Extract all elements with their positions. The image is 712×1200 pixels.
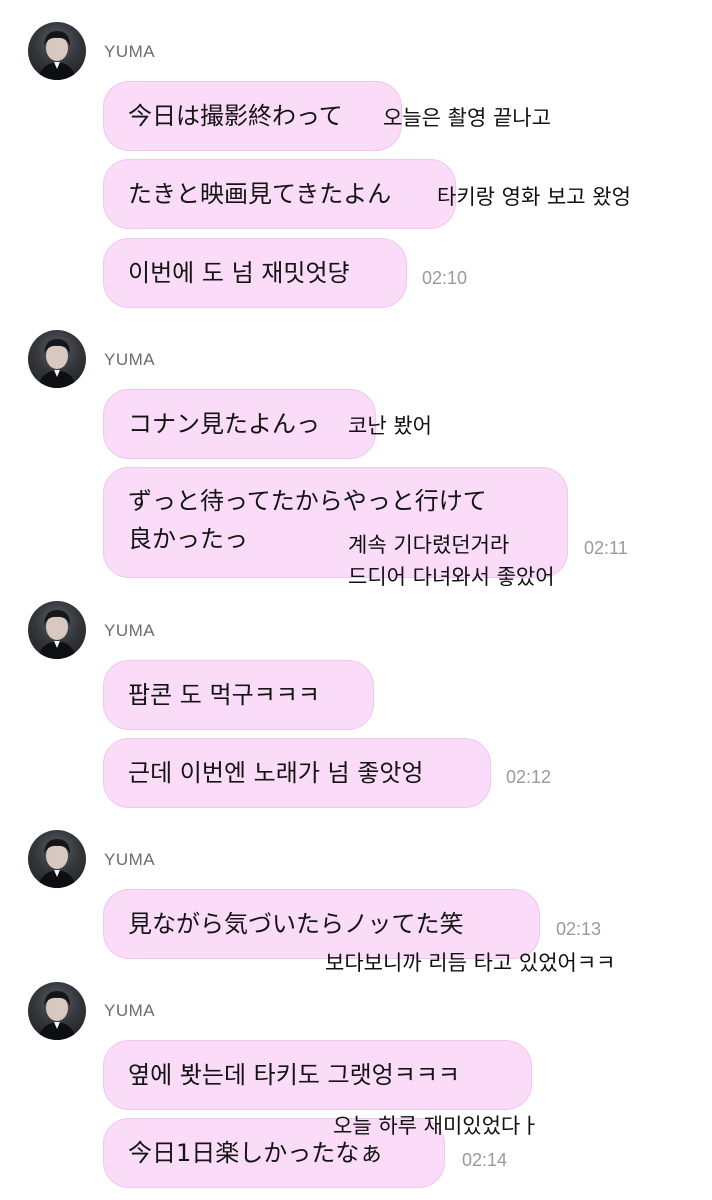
sender-name: YUMA — [104, 350, 156, 369]
message-text: 근데 이번엔 노래가 넘 좋앗엉 — [128, 759, 424, 787]
message-time: 02:12 — [506, 767, 552, 787]
message-text-line: ずっと待ってたからやっと行けて — [128, 487, 487, 515]
sender-name: YUMA — [104, 42, 156, 61]
message-bubble[interactable]: 옆에 봣는데 타키도 그랫엉ㅋㅋㅋ — [103, 1040, 532, 1110]
translation-caption: 오늘 하루 재미있었다ㅏ — [333, 1114, 540, 1138]
message-time: 02:14 — [462, 1150, 508, 1170]
avatar[interactable] — [28, 330, 86, 388]
sender-name: YUMA — [104, 850, 156, 869]
avatar[interactable] — [28, 601, 86, 659]
message-bubble[interactable]: 今日は撮影終わって — [103, 81, 402, 151]
translation-caption: 보다보니까 리듬 타고 있었어ㅋㅋ — [325, 951, 616, 975]
avatar[interactable] — [28, 830, 86, 888]
profile-photo-icon — [38, 839, 76, 888]
sender-name: YUMA — [104, 1001, 156, 1020]
profile-photo-icon — [38, 610, 76, 659]
message-text: 팝콘 도 먹구ㅋㅋㅋ — [128, 681, 320, 709]
message-text: 見ながら気づいたらノッてた笑 — [128, 910, 464, 938]
message-text: 이번에 도 넘 재밋엇댱 — [128, 259, 350, 287]
sender-name: YUMA — [104, 621, 156, 640]
message-bubble[interactable]: コナン見たよんっ — [103, 389, 376, 459]
translation-caption: 계속 기다렸던거라 — [348, 533, 510, 557]
message-bubble[interactable]: たきと映画見てきたよん — [103, 159, 456, 229]
avatar[interactable] — [28, 982, 86, 1040]
avatar[interactable] — [28, 22, 86, 80]
translation-caption: 타키랑 영화 보고 왔엉 — [437, 185, 631, 209]
translation-caption: 오늘은 촬영 끝나고 — [383, 106, 551, 130]
profile-photo-icon — [38, 991, 76, 1040]
message-bubble[interactable]: 이번에 도 넘 재밋엇댱 — [103, 238, 407, 308]
translation-caption: 드디어 다녀와서 좋았어 — [348, 565, 555, 589]
message-time: 02:13 — [556, 919, 602, 939]
message-bubble[interactable]: 근데 이번엔 노래가 넘 좋앗엉 — [103, 738, 491, 808]
message-time: 02:10 — [422, 268, 468, 288]
message-text: 옆에 봣는데 타키도 그랫엉ㅋㅋㅋ — [128, 1061, 461, 1089]
message-time: 02:11 — [584, 538, 628, 558]
profile-photo-icon — [38, 339, 76, 388]
translation-caption: 코난 봤어 — [348, 414, 432, 438]
profile-photo-icon — [38, 31, 76, 80]
message-text: 今日は撮影終わって — [128, 102, 343, 130]
message-text: コナン見たよんっ — [128, 410, 320, 438]
message-text: たきと映画見てきたよん — [128, 180, 392, 208]
message-bubble[interactable]: ずっと待ってたからやっと行けて 良かったっ — [103, 467, 568, 578]
message-bubble[interactable]: 팝콘 도 먹구ㅋㅋㅋ — [103, 660, 374, 730]
